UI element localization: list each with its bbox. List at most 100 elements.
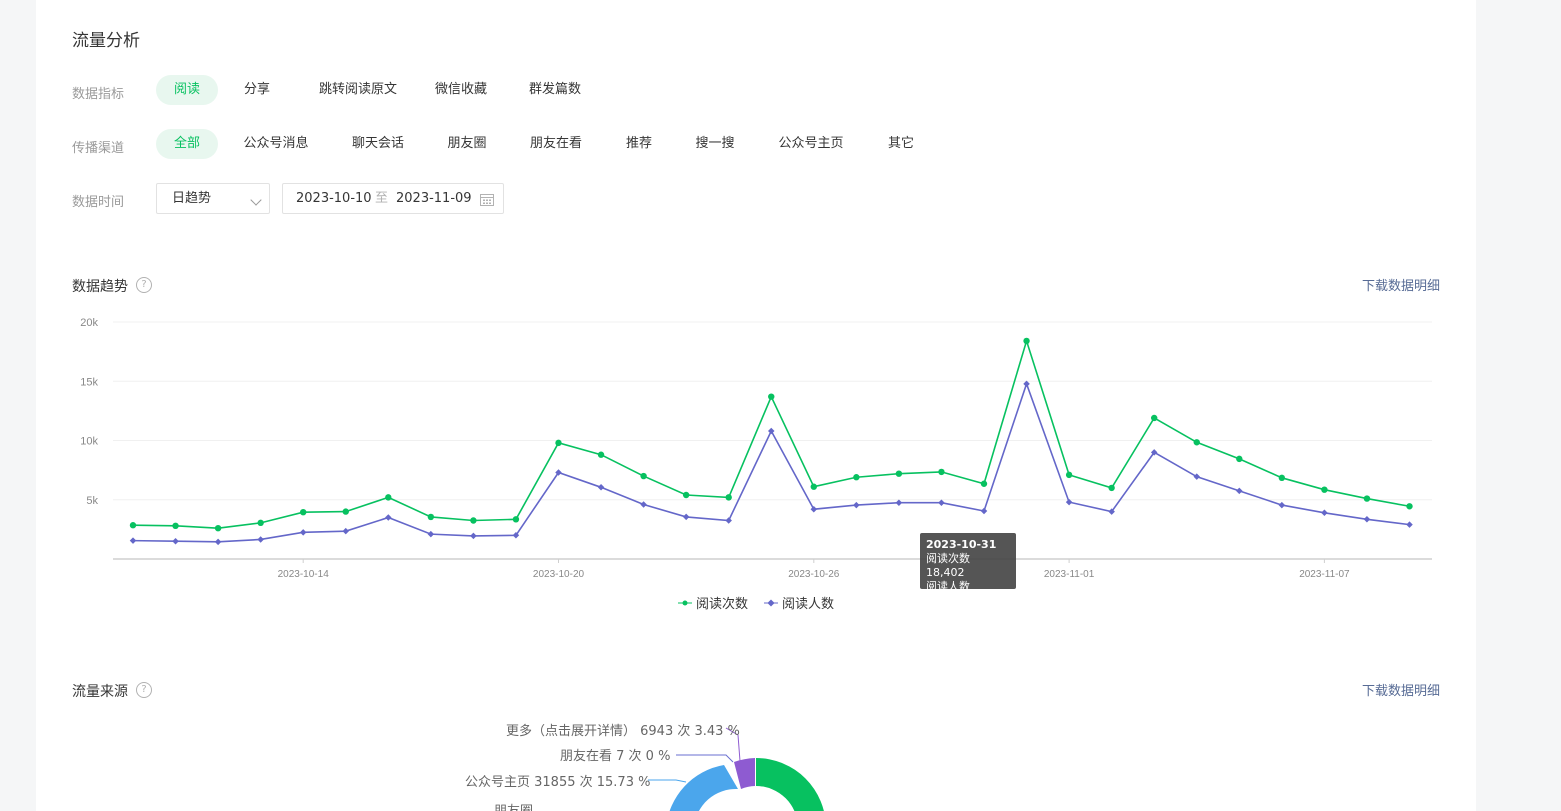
data-point-reads (1406, 503, 1413, 510)
traffic-analysis-card: 流量分析 数据指标 阅读 分享 跳转阅读原文 微信收藏 群发篇数 传播渠道 全部… (36, 0, 1476, 811)
data-point-reads (385, 494, 392, 501)
channel-chip-chat[interactable]: 聊天会话 (341, 129, 415, 159)
date-start[interactable]: 2023-10-10 (296, 184, 372, 213)
granularity-value: 日趋势 (172, 191, 212, 206)
date-end[interactable]: 2023-11-09 (396, 184, 472, 213)
channel-chip-friends-like[interactable]: 朋友在看 (518, 129, 594, 159)
data-point-reads (555, 439, 562, 447)
data-point-readers (895, 499, 903, 506)
metric-chip-post-count[interactable]: 群发篇数 (518, 75, 592, 105)
channel-chip-recommend[interactable]: 推荐 (614, 129, 664, 159)
tooltip-date: 2023-10-31 (926, 538, 997, 551)
legend-item-readers[interactable]: 阅读人数 (764, 593, 834, 612)
data-point-reads (1193, 439, 1200, 446)
data-point-reads (300, 508, 307, 516)
data-point-reads (342, 508, 349, 515)
data-point-readers (853, 501, 860, 509)
channel-chip-all[interactable]: 全部 (156, 129, 218, 159)
data-point-reads (768, 393, 775, 400)
pie-label-homepage: 公众号主页 31855 次 15.73 % (465, 775, 651, 790)
series-line-readers (132, 381, 1410, 543)
data-point-reads (980, 480, 988, 487)
time-label: 数据时间 (72, 195, 125, 210)
donut-slice-homepage (669, 765, 738, 811)
x-tick-label: 2023-11-07 (1299, 569, 1350, 580)
pie-label-friends-like: 朋友在看 7 次 0 % (560, 749, 671, 764)
data-point-readers (1321, 509, 1328, 517)
data-point-readers (1236, 487, 1243, 495)
data-point-reads (1108, 484, 1115, 492)
data-point-reads (1065, 471, 1073, 479)
data-point-reads (257, 519, 264, 527)
data-point-readers (980, 507, 988, 515)
pie-label-moments: 朋友圈 … (494, 800, 550, 811)
pie-label-more[interactable]: 更多（点击展开详情） 6943 次 3.43 % (506, 720, 740, 739)
data-point-readers (299, 529, 307, 536)
y-tick-label: 10k (80, 436, 98, 448)
data-point-readers (1193, 473, 1201, 480)
data-point-reads (1321, 486, 1328, 493)
chart-tooltip: 2023-10-31 阅读次数 18,402 阅读人数 14,783 (920, 533, 1016, 607)
data-point-readers (214, 538, 222, 546)
data-point-readers (470, 532, 477, 540)
y-tick-label: 5k (86, 495, 98, 507)
tooltip-row-reads: 阅读次数 18,402 (926, 552, 970, 579)
legend-item-reads[interactable]: 阅读次数 (678, 593, 748, 612)
legend-circle-icon (678, 600, 692, 605)
data-point-reads (810, 483, 817, 490)
data-point-reads (1278, 474, 1286, 482)
help-icon[interactable]: ? (136, 277, 152, 293)
source-donut-chart[interactable] (36, 700, 1476, 811)
leader-line-homepage (648, 779, 687, 783)
legend-label-readers: 阅读人数 (782, 597, 835, 612)
channel-chip-other[interactable]: 其它 (876, 129, 926, 159)
data-point-reads (1023, 337, 1030, 345)
calendar-icon[interactable] (480, 193, 494, 206)
chevron-down-icon (250, 194, 262, 206)
donut-slice-main (756, 758, 824, 811)
help-icon[interactable]: ? (136, 682, 152, 698)
data-point-reads (129, 522, 137, 529)
date-range-picker[interactable]: 2023-10-10 至 2023-11-09 (282, 183, 504, 214)
metric-chip-jump-original[interactable]: 跳转阅读原文 (302, 75, 414, 105)
data-point-readers (1363, 516, 1371, 523)
channel-chip-moments[interactable]: 朋友圈 (436, 129, 498, 159)
y-tick-label: 20k (80, 317, 98, 329)
data-point-readers (385, 514, 392, 521)
channel-chip-search[interactable]: 搜一搜 (684, 129, 746, 159)
data-point-readers (172, 537, 179, 545)
data-point-readers (810, 505, 818, 513)
metric-chip-read[interactable]: 阅读 (156, 75, 218, 105)
x-tick-label: 2023-11-01 (1044, 569, 1095, 580)
data-point-readers (1278, 501, 1286, 509)
channel-chip-homepage[interactable]: 公众号主页 (768, 129, 854, 159)
legend-label-reads: 阅读次数 (696, 597, 749, 612)
y-tick-label: 15k (80, 376, 98, 388)
data-point-readers (129, 537, 137, 544)
trend-line-chart[interactable]: 20k 15k 10k 5k 2023-10-14 2023-10-20 2023-10-2… (36, 300, 1476, 600)
source-download-link[interactable]: 下载数据明细 (1362, 680, 1440, 699)
source-title: 流量来源 (72, 684, 128, 700)
tooltip-row-readers: 阅读人数 14,783 (926, 580, 970, 607)
data-point-reads (938, 468, 945, 476)
trend-title: 数据趋势 (72, 279, 128, 295)
channel-chip-official-msg[interactable]: 公众号消息 (232, 129, 320, 159)
data-point-reads (1236, 455, 1243, 463)
data-point-reads (853, 474, 860, 481)
donut-slice-more (734, 758, 755, 789)
data-point-reads (682, 491, 690, 499)
data-point-readers (767, 427, 775, 435)
data-point-reads (895, 470, 903, 477)
data-point-readers (640, 501, 647, 508)
data-point-readers (597, 484, 605, 491)
granularity-select[interactable]: 日趋势 (156, 183, 270, 214)
metric-chip-wechat-fav[interactable]: 微信收藏 (424, 75, 498, 105)
data-point-reads (597, 451, 605, 458)
data-point-readers (342, 527, 350, 535)
trend-download-link[interactable]: 下载数据明细 (1362, 275, 1440, 294)
data-point-reads (512, 516, 520, 523)
data-point-reads (427, 513, 435, 521)
metric-chip-share[interactable]: 分享 (232, 75, 282, 105)
data-point-readers (938, 499, 945, 506)
data-point-readers (682, 513, 690, 521)
